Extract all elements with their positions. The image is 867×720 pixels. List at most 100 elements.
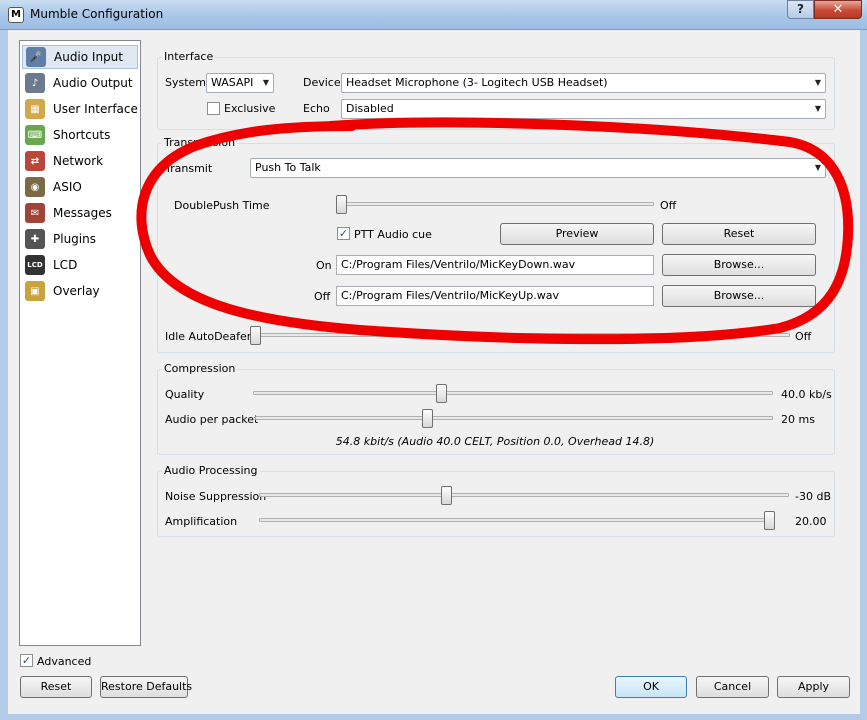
sidebar-item-user-interface[interactable]: ▦ User Interface xyxy=(22,97,138,121)
bitrate-summary: 54.8 kbit/s (Audio 40.0 CELT, Position 0… xyxy=(335,435,655,448)
system-combobox-value: WASAPI xyxy=(211,76,254,89)
sidebar-item-label: Audio Input xyxy=(54,50,123,64)
audio-per-packet-value: 20 ms xyxy=(781,413,815,426)
idle-autodeafen-slider-track[interactable] xyxy=(250,333,790,337)
exclusive-label: Exclusive xyxy=(224,102,276,115)
amplification-slider-handle[interactable] xyxy=(764,511,775,530)
microphone-icon: 🎤 xyxy=(26,47,46,67)
ptt-audio-cue-label: PTT Audio cue xyxy=(354,228,432,241)
off-sound-label: Off xyxy=(314,290,331,303)
idle-autodeafen-value: Off xyxy=(795,330,812,343)
quality-label: Quality xyxy=(165,388,205,401)
sidebar-item-label: Network xyxy=(53,154,104,168)
shortcuts-icon: ⌨ xyxy=(25,125,45,145)
device-combobox-value: Headset Microphone (3- Logitech USB Head… xyxy=(346,76,608,89)
audio-per-packet-slider-track[interactable] xyxy=(255,416,773,420)
on-sound-path-input[interactable]: C:/Program Files/Ventrilo/MicKeyDown.wav xyxy=(336,255,654,275)
system-label: System xyxy=(165,76,207,89)
device-label: Device xyxy=(303,76,341,89)
sidebar-item-label: ASIO xyxy=(53,180,82,194)
compression-group-title: Compression xyxy=(162,362,238,375)
doublepush-value: Off xyxy=(660,199,677,212)
doublepush-slider-handle[interactable] xyxy=(336,195,347,214)
messages-icon: ✉ xyxy=(25,203,45,223)
idle-autodeafen-slider-handle[interactable] xyxy=(250,326,261,345)
transmission-group-title: Transmission xyxy=(162,136,238,149)
audio-per-packet-label: Audio per packet xyxy=(165,413,259,426)
reset-cue-button[interactable]: Reset xyxy=(662,223,816,245)
sidebar-item-audio-input[interactable]: 🎤 Audio Input xyxy=(22,45,138,69)
off-sound-path-input[interactable]: C:/Program Files/Ventrilo/MicKeyUp.wav xyxy=(336,286,654,306)
device-combobox[interactable]: Headset Microphone (3- Logitech USB Head… xyxy=(341,73,826,93)
apply-button[interactable]: Apply xyxy=(777,676,850,698)
cancel-button[interactable]: Cancel xyxy=(696,676,769,698)
idle-autodeafen-label: Idle AutoDeafen xyxy=(165,330,254,343)
doublepush-label: DoublePush Time xyxy=(174,199,270,212)
sidebar-item-lcd[interactable]: LCD LCD xyxy=(22,253,138,277)
interface-group-title: Interface xyxy=(162,50,216,63)
interface-group xyxy=(157,57,835,130)
audio-processing-group-title: Audio Processing xyxy=(162,464,260,477)
quality-slider-handle[interactable] xyxy=(436,384,448,403)
speaker-icon: ♪ xyxy=(25,73,45,93)
doublepush-slider-track[interactable] xyxy=(336,202,654,206)
ui-icon: ▦ xyxy=(25,99,45,119)
sidebar-item-label: Plugins xyxy=(53,232,96,246)
transmit-combobox[interactable]: Push To Talk ▼ xyxy=(250,158,826,178)
window-frame-left xyxy=(0,30,8,720)
quality-slider-track[interactable] xyxy=(253,391,773,395)
asio-icon: ◉ xyxy=(25,177,45,197)
restore-defaults-button[interactable]: Restore Defaults xyxy=(100,676,192,698)
advanced-label: Advanced xyxy=(37,655,92,668)
help-button[interactable]: ? xyxy=(787,0,814,19)
window-frame-bottom xyxy=(0,714,867,720)
plugins-icon: ✚ xyxy=(25,229,45,249)
quality-value: 40.0 kb/s xyxy=(781,388,832,401)
system-combobox[interactable]: WASAPI ▼ xyxy=(206,73,274,93)
sidebar-item-label: User Interface xyxy=(53,102,138,116)
ok-button[interactable]: OK xyxy=(615,676,687,698)
sidebar-item-network[interactable]: ⇄ Network xyxy=(22,149,138,173)
echo-label: Echo xyxy=(303,102,330,115)
amplification-label: Amplification xyxy=(165,515,238,528)
mumble-app-icon: M xyxy=(8,7,24,23)
transmit-combobox-value: Push To Talk xyxy=(255,161,321,174)
noise-suppression-label: Noise Suppression xyxy=(165,490,267,503)
noise-suppression-slider-track[interactable] xyxy=(259,493,789,497)
overlay-icon: ▣ xyxy=(25,281,45,301)
amplification-value: 20.00 xyxy=(795,515,827,528)
sidebar-item-plugins[interactable]: ✚ Plugins xyxy=(22,227,138,251)
sidebar-item-label: LCD xyxy=(53,258,78,272)
sidebar-item-label: Audio Output xyxy=(53,76,133,90)
echo-combobox[interactable]: Disabled ▼ xyxy=(341,99,826,119)
close-button[interactable]: ✕ xyxy=(814,0,862,19)
sidebar-item-asio[interactable]: ◉ ASIO xyxy=(22,175,138,199)
ptt-audio-cue-checkbox[interactable]: ✓ xyxy=(337,227,350,240)
audio-per-packet-slider-handle[interactable] xyxy=(422,409,434,428)
sidebar-item-label: Shortcuts xyxy=(53,128,111,142)
window-frame-right xyxy=(860,30,867,720)
sidebar-item-audio-output[interactable]: ♪ Audio Output xyxy=(22,71,138,95)
sidebar-item-label: Messages xyxy=(53,206,112,220)
audio-processing-group xyxy=(157,471,835,537)
browse-off-sound-button[interactable]: Browse... xyxy=(662,285,816,307)
network-icon: ⇄ xyxy=(25,151,45,171)
amplification-slider-track[interactable] xyxy=(259,518,775,522)
sidebar-item-messages[interactable]: ✉ Messages xyxy=(22,201,138,225)
exclusive-checkbox[interactable] xyxy=(207,102,220,115)
sidebar-item-shortcuts[interactable]: ⌨ Shortcuts xyxy=(22,123,138,147)
browse-on-sound-button[interactable]: Browse... xyxy=(662,254,816,276)
noise-suppression-slider-handle[interactable] xyxy=(440,486,452,505)
noise-suppression-value: -30 dB xyxy=(795,490,831,503)
sidebar-item-overlay[interactable]: ▣ Overlay xyxy=(22,279,138,303)
chevron-down-icon: ▼ xyxy=(814,78,821,87)
echo-combobox-value: Disabled xyxy=(346,102,394,115)
lcd-icon: LCD xyxy=(25,255,45,275)
preview-button[interactable]: Preview xyxy=(500,223,654,245)
reset-button[interactable]: Reset xyxy=(20,676,92,698)
chevron-down-icon: ▼ xyxy=(814,104,821,113)
title-bar[interactable]: M Mumble Configuration ? ✕ xyxy=(0,0,867,30)
transmit-label: Transmit xyxy=(165,162,213,175)
advanced-checkbox[interactable]: ✓ xyxy=(20,654,33,667)
settings-category-list[interactable]: 🎤 Audio Input ♪ Audio Output ▦ User Inte… xyxy=(19,40,141,646)
